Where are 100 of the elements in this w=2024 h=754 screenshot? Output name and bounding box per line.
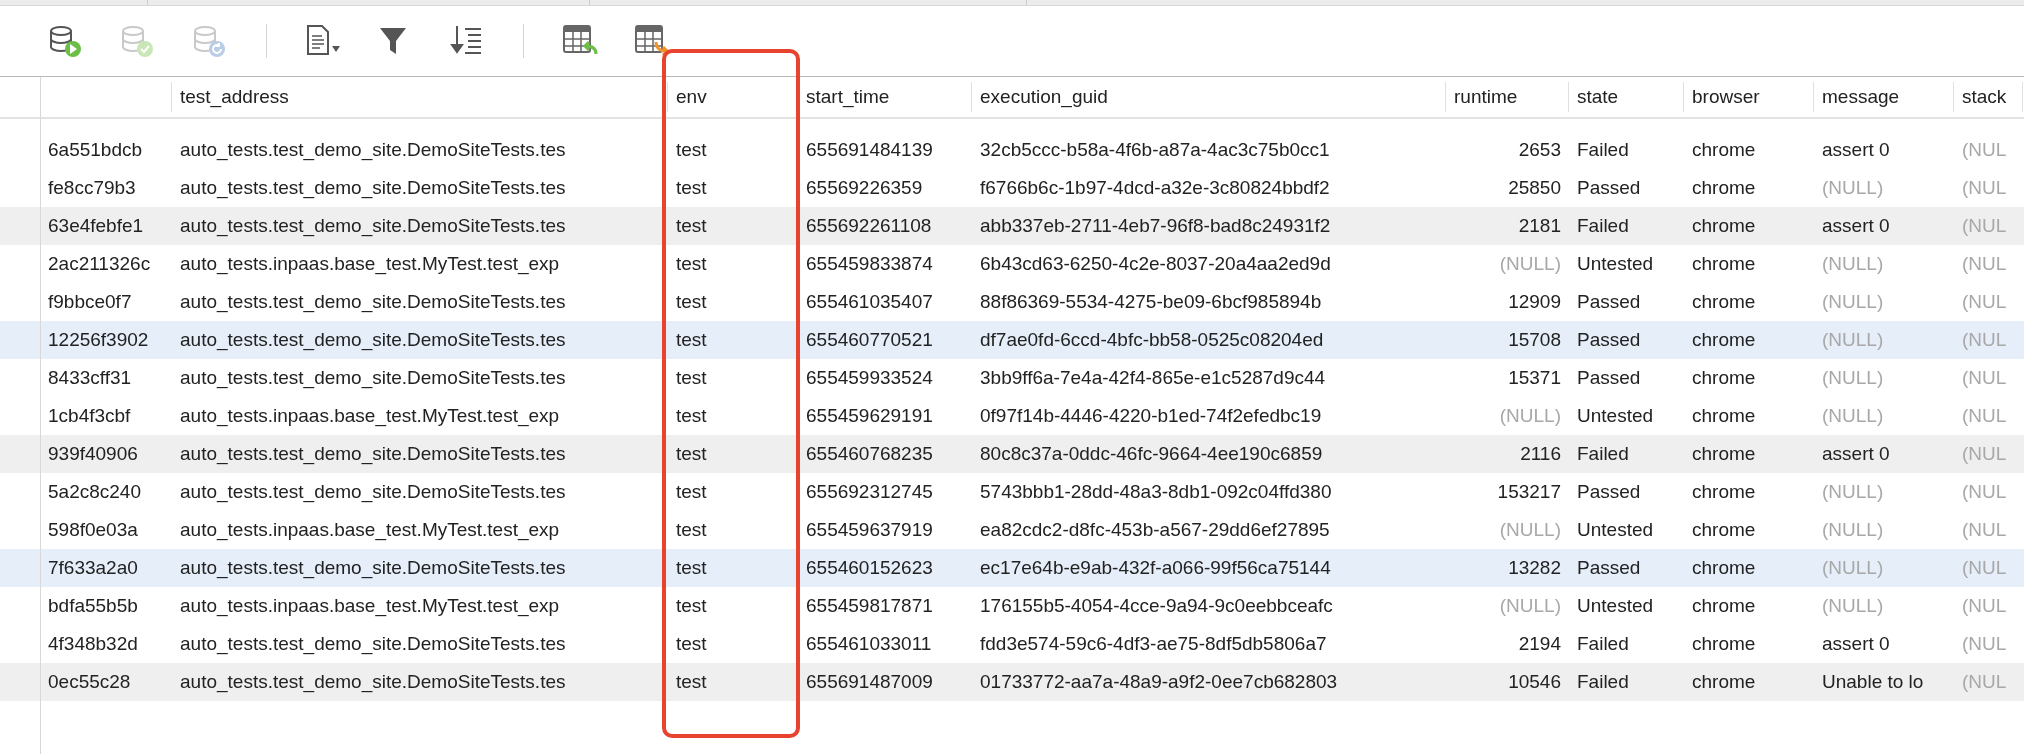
table-cell-text: 655459629191 <box>806 403 933 428</box>
table-cell-text: 13282 <box>1508 555 1561 580</box>
table-cell-text: 655459933524 <box>806 365 933 390</box>
table-cell-text: assert 0 <box>1822 441 1890 466</box>
table-cell-text: test <box>676 251 707 276</box>
table-cell-text: chrome <box>1692 555 1756 580</box>
table-cell-text: 01733772-aa7a-48a9-a9f2-0ee7cb682803 <box>980 669 1338 694</box>
table-cell-text: auto_tests.test_demo_site.DemoSiteTests.tes <box>180 137 566 163</box>
table-cell-text: auto_tests.test_demo_site.DemoSiteTests.tes <box>180 365 566 391</box>
table-cell-text: f6766b6c-1b97-4dcd-a32e-3c80824bbdf2 <box>980 175 1330 200</box>
table-cell-text: test <box>676 631 707 656</box>
table-cell-text: (NUL <box>1962 365 2007 390</box>
table-cell-text: chrome <box>1692 251 1756 276</box>
table-cell-text: 5743bbb1-28dd-48a3-8db1-092c04ffd380 <box>980 479 1332 504</box>
table-cell-text: chrome <box>1692 441 1756 466</box>
table-cell-text: 598f0e03a <box>48 517 138 542</box>
table-cell-text: auto_tests.inpaas.base_test.MyTest.test_exp <box>180 403 560 429</box>
table-cell-text: Failed <box>1577 669 1629 694</box>
table-cell-text: assert 0 <box>1822 213 1890 238</box>
table-cell-text: assert 0 <box>1822 137 1890 162</box>
table-cell-text: chrome <box>1692 631 1756 656</box>
table-cell-text: (NUL <box>1962 251 2007 276</box>
table-cell-text: (NULL) <box>1822 555 1884 580</box>
table-cell-text: df7ae0fd-6ccd-4bfc-bb58-0525c08204ed <box>980 327 1324 352</box>
table-cell-text: test <box>676 137 707 162</box>
table-cell-text: test <box>676 441 707 466</box>
table-cell-text: 8433cff31 <box>48 365 132 390</box>
table-cell-text: 12256f3902 <box>48 327 149 352</box>
table-cell-text: (NUL <box>1962 631 2007 656</box>
column-header[interactable]: test_address <box>180 82 289 112</box>
table-cell-text: auto_tests.test_demo_site.DemoSiteTests.tes <box>180 289 566 315</box>
table-cell-text: chrome <box>1692 593 1756 618</box>
table-cell-text: test <box>676 479 707 504</box>
table-cell-text: (NULL) <box>1822 175 1884 200</box>
column-header[interactable]: execution_guid <box>980 82 1108 112</box>
table-cell-text: (NUL <box>1962 403 2007 428</box>
table-cell-text: 65569226359 <box>806 175 923 200</box>
table-cell-text: (NULL) <box>1822 517 1884 542</box>
table-cell-text: (NUL <box>1962 175 2007 200</box>
column-header[interactable]: message <box>1822 82 1900 112</box>
table-cell-text: test <box>676 289 707 314</box>
table-cell-text: test <box>676 365 707 390</box>
table-cell-text: Untested <box>1577 403 1654 428</box>
table-cell-text: Passed <box>1577 327 1641 352</box>
table-cell-text: Failed <box>1577 213 1629 238</box>
table-cell-text: Failed <box>1577 137 1629 162</box>
table-cell-text: 88f86369-5534-4275-be09-6bcf985894b <box>980 289 1322 314</box>
table-cell-text: Unable to lo <box>1822 669 1924 694</box>
table-cell-text: (NUL <box>1962 593 2007 618</box>
table-cell-text: test <box>676 517 707 542</box>
table-cell-text: 32cb5ccc-b58a-4f6b-a87a-4ac3c75b0cc1 <box>980 137 1330 162</box>
table-cell-text: (NUL <box>1962 213 2007 238</box>
table-cell-text: 80c8c37a-0ddc-46fc-9664-4ee190c6859 <box>980 441 1323 466</box>
table-cell-text: chrome <box>1692 403 1756 428</box>
table-cell-text: 655692261108 <box>806 213 932 238</box>
table-cell-text: 3bb9ff6a-7e4a-42f4-865e-e1c5287d9c44 <box>980 365 1326 390</box>
table-cell-text: (NULL) <box>1822 251 1884 276</box>
column-header[interactable]: env <box>676 82 707 112</box>
table-cell-text: 655692312745 <box>806 479 933 504</box>
table-cell-text: abb337eb-2711-4eb7-96f8-bad8c24931f2 <box>980 213 1331 238</box>
table-cell-text: auto_tests.inpaas.base_test.MyTest.test_exp <box>180 517 560 543</box>
table-cell-text: (NUL <box>1962 669 2007 694</box>
table-cell-text: ec17e64b-e9ab-432f-a066-99f56ca75144 <box>980 555 1331 580</box>
table-cell-text: Untested <box>1577 593 1654 618</box>
table-cell-text: 939f40906 <box>48 441 138 466</box>
table-cell-text: Passed <box>1577 175 1641 200</box>
column-header[interactable]: browser <box>1692 82 1760 112</box>
table-cell-text: 25850 <box>1508 175 1561 200</box>
table-cell-text: (NUL <box>1962 479 2007 504</box>
table-cell-text: 655459833874 <box>806 251 933 276</box>
table-cell-text: 2181 <box>1518 213 1561 238</box>
table-cell-text: test <box>676 327 707 352</box>
table-cell-text: test <box>676 593 707 618</box>
table-cell-text: fdd3e574-59c6-4df3-ae75-8df5db5806a7 <box>980 631 1327 656</box>
table-cell-text: 2194 <box>1518 631 1561 656</box>
column-header[interactable]: state <box>1577 82 1619 112</box>
table-cell-text: Failed <box>1577 441 1629 466</box>
table-cell-text: 63e4febfe1 <box>48 213 144 238</box>
table-cell-text: test <box>676 669 707 694</box>
column-header[interactable]: start_time <box>806 82 890 112</box>
table-cell-text: Passed <box>1577 365 1641 390</box>
table-cell-text: (NUL <box>1962 441 2007 466</box>
document-menu-icon[interactable] <box>304 24 342 58</box>
column-header[interactable]: runtime <box>1454 82 1518 112</box>
table-cell-text: chrome <box>1692 365 1756 390</box>
table-cell-text: chrome <box>1692 213 1756 238</box>
column-header[interactable]: stack <box>1962 82 2007 112</box>
table-cell-text: auto_tests.test_demo_site.DemoSiteTests.tes <box>180 555 566 581</box>
table-cell-text: auto_tests.test_demo_site.DemoSiteTests.tes <box>180 327 566 353</box>
table-cell-text: 10546 <box>1508 669 1561 694</box>
table-cell-text: ea82cdc2-d8fc-453b-a567-29dd6ef27895 <box>980 517 1330 542</box>
table-cell-text: (NULL) <box>1822 479 1884 504</box>
table-cell-text: chrome <box>1692 175 1756 200</box>
table-cell-text: chrome <box>1692 137 1756 162</box>
table-cell-text: 2ac211326c <box>48 251 151 276</box>
table-cell-text: chrome <box>1692 669 1756 694</box>
table-cell-text: 655691487009 <box>806 669 933 694</box>
table-cell-text: chrome <box>1692 517 1756 542</box>
table-cell-text: (NULL) <box>1499 251 1561 276</box>
table-cell-text: 655460770521 <box>806 327 933 352</box>
